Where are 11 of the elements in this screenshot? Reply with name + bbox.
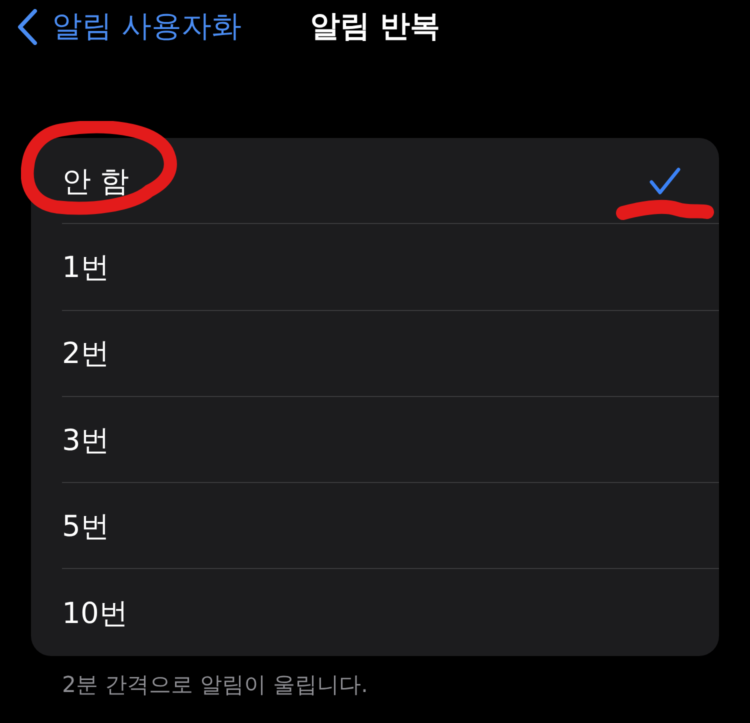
back-chevron-icon — [16, 9, 38, 45]
option-row[interactable]: 1번 — [31, 224, 719, 311]
option-row[interactable]: 5번 — [31, 483, 719, 570]
option-row[interactable]: 3번 — [31, 396, 719, 484]
back-button[interactable]: 알림 사용자화 — [16, 8, 242, 46]
option-row[interactable]: 2번 — [31, 310, 719, 397]
checkmark-icon — [649, 166, 681, 195]
option-row[interactable]: 10번 — [31, 569, 719, 656]
footer-note: 2분 간격으로 알림이 울립니다. — [62, 672, 368, 700]
option-row[interactable]: 안 함 — [31, 138, 719, 224]
page-title: 알림 반복 — [310, 9, 440, 44]
